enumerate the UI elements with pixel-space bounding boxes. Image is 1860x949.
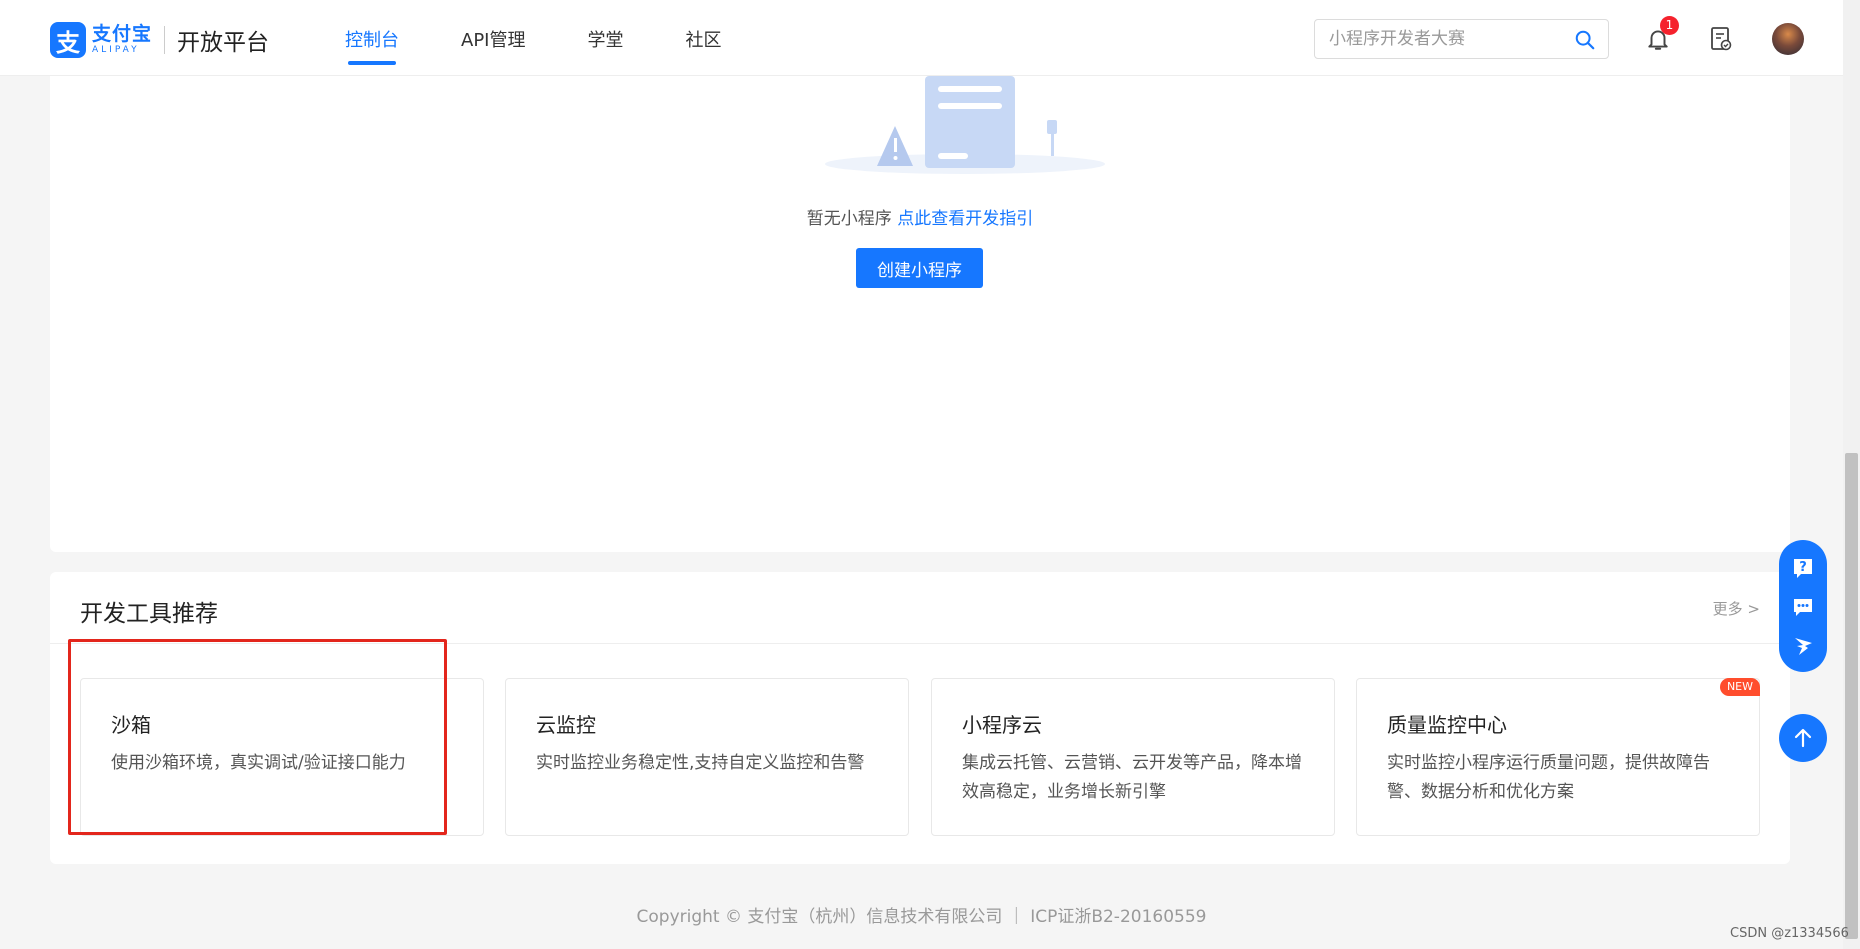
- section-title: 开发工具推荐: [80, 601, 218, 627]
- search-box: [1314, 19, 1609, 59]
- document-check-icon[interactable]: [1709, 26, 1733, 52]
- arrow-up-icon: [1794, 728, 1812, 748]
- floating-toolbar: ?: [1779, 540, 1827, 672]
- user-avatar[interactable]: [1772, 23, 1804, 55]
- empty-message: 暂无小程序 点此查看开发指引: [50, 204, 1790, 229]
- dingtalk-icon[interactable]: [1791, 634, 1815, 658]
- back-to-top-button[interactable]: [1779, 714, 1827, 762]
- scrollbar-thumb[interactable]: [1845, 453, 1858, 939]
- logo-cn: 支付宝: [92, 23, 153, 45]
- svg-text:?: ?: [1799, 560, 1807, 575]
- tool-name: 云监控: [536, 713, 596, 737]
- notification-badge: 1: [1660, 16, 1679, 35]
- logo-en: ALIPAY: [92, 45, 140, 55]
- main-nav: 控制台 API管理 学堂 社区: [345, 0, 783, 76]
- platform-name: 开放平台: [177, 30, 270, 56]
- tool-desc: 集成云托管、云营销、云开发等产品，降本增效高稳定，业务增长新引擎: [962, 753, 1302, 802]
- tool-desc: 使用沙箱环境，真实调试/验证接口能力: [111, 753, 406, 773]
- search-input[interactable]: [1315, 20, 1555, 58]
- watermark: CSDN @z1334566: [1730, 926, 1849, 941]
- tool-name: 沙箱: [111, 713, 151, 737]
- nav-api-management[interactable]: API管理: [461, 0, 525, 76]
- search-icon[interactable]: [1574, 29, 1596, 51]
- empty-text: 暂无小程序: [806, 209, 892, 229]
- tool-name: 小程序云: [962, 713, 1042, 737]
- tool-card-sandbox[interactable]: 沙箱 使用沙箱环境，真实调试/验证接口能力: [80, 678, 484, 836]
- chat-icon[interactable]: [1791, 595, 1815, 619]
- alipay-logo[interactable]: 支 支付宝 ALIPAY 开放平台: [50, 22, 269, 58]
- tool-card-cloud-monitor[interactable]: 云监控 实时监控业务稳定性,支持自定义监控和告警: [505, 678, 909, 836]
- divider: [50, 643, 1790, 644]
- tool-desc: 实时监控小程序运行质量问题，提供故障告警、数据分析和优化方案: [1387, 753, 1710, 802]
- dev-guide-link[interactable]: 点此查看开发指引: [897, 209, 1033, 229]
- mini-program-panel: 暂无小程序 点此查看开发指引 创建小程序: [50, 76, 1790, 552]
- nav-academy[interactable]: 学堂: [587, 0, 623, 76]
- nav-console[interactable]: 控制台: [345, 0, 399, 76]
- help-icon[interactable]: ?: [1791, 556, 1815, 580]
- tool-desc: 实时监控业务稳定性,支持自定义监控和告警: [536, 753, 865, 773]
- dev-tools-section: 开发工具推荐 更多 > 沙箱 使用沙箱环境，真实调试/验证接口能力 云监控 实时…: [50, 572, 1790, 864]
- copyright-footer: Copyright © 支付宝（杭州）信息技术有限公司 ｜ ICP证浙B2-20…: [636, 907, 1207, 927]
- tool-card-quality-monitor[interactable]: 质量监控中心 实时监控小程序运行质量问题，提供故障告警、数据分析和优化方案 NE…: [1356, 678, 1760, 836]
- tool-name: 质量监控中心: [1387, 713, 1507, 737]
- empty-illustration: [825, 76, 1105, 174]
- tool-card-mini-program-cloud[interactable]: 小程序云 集成云托管、云营销、云开发等产品，降本增效高稳定，业务增长新引擎: [931, 678, 1335, 836]
- top-header: 支 支付宝 ALIPAY 开放平台 控制台 API管理 学堂 社区 1: [0, 0, 1843, 76]
- nav-community[interactable]: 社区: [685, 0, 721, 76]
- more-link[interactable]: 更多 >: [1713, 598, 1760, 619]
- logo-divider: [164, 26, 166, 54]
- create-mini-program-button[interactable]: 创建小程序: [856, 248, 983, 288]
- alipay-logo-icon: 支: [50, 22, 86, 58]
- new-badge: NEW: [1719, 678, 1760, 696]
